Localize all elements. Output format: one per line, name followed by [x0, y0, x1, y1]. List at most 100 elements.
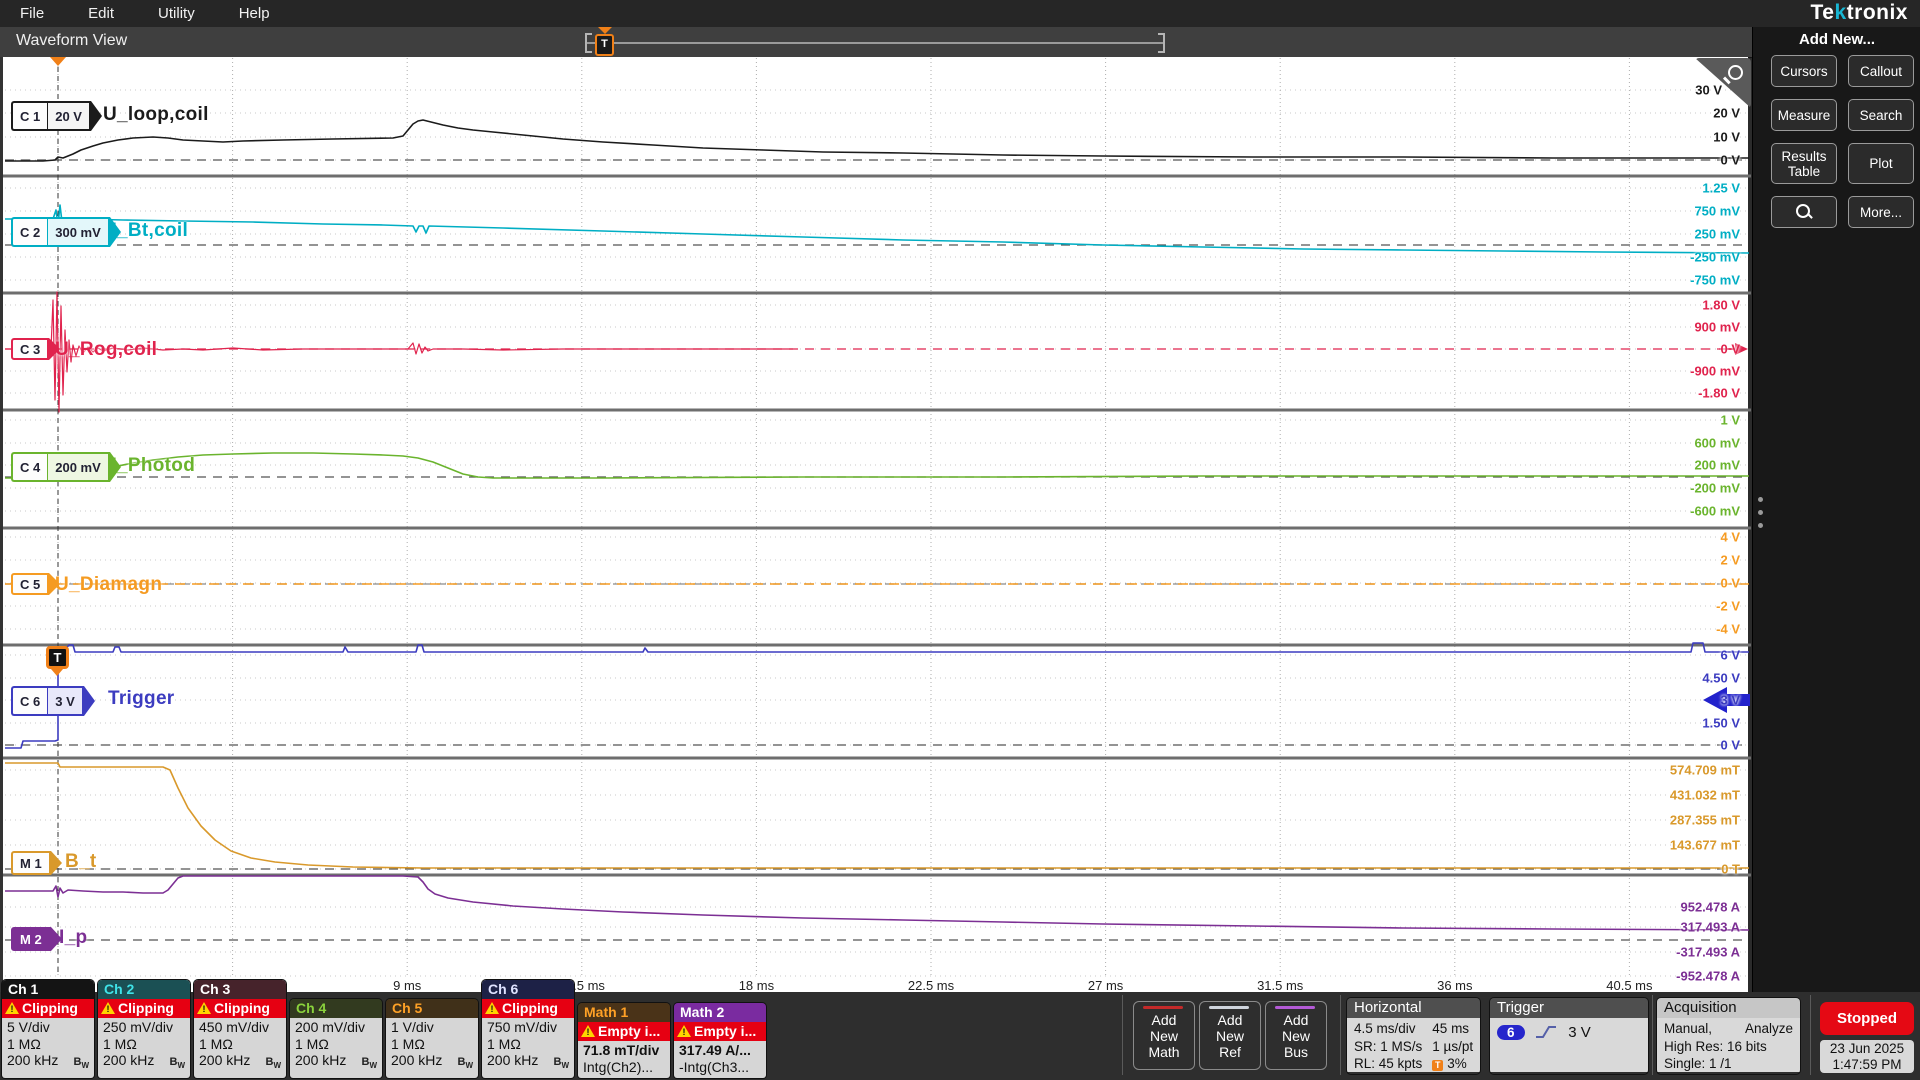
- badge-id: C 4: [11, 452, 47, 482]
- warning-icon: !: [5, 1002, 19, 1014]
- horizontal-panel[interactable]: Horizontal 4.5 ms/div SR: 1 MS/s RL: 45 …: [1347, 998, 1480, 1074]
- badge-row: 200 mV/div: [295, 1019, 377, 1036]
- warning-icon: !: [677, 1025, 691, 1037]
- bandwidth-icon: BW: [265, 1054, 281, 1075]
- trace-trigger: [5, 643, 1749, 748]
- channel-badge-c5[interactable]: C 5: [11, 573, 60, 595]
- sidebar-button-callout[interactable]: Callout: [1848, 55, 1914, 87]
- bottom-settings-bar: Ch 1!Clipping5 V/div1 MΩ200 kHzBWCh 2!Cl…: [0, 992, 1920, 1080]
- bottom-badge-ch5[interactable]: Ch 51 V/div1 MΩ200 kHzBW: [386, 999, 478, 1078]
- badge-arrow: [84, 686, 95, 716]
- bottom-badge-ch6[interactable]: Ch 6!Clipping750 mV/div1 MΩ200 kHzBW: [482, 980, 574, 1078]
- bandwidth-icon: BW: [169, 1054, 185, 1075]
- trigger-position-marker-icon[interactable]: [50, 57, 66, 66]
- warning-icon: !: [581, 1025, 595, 1037]
- time-axis-label: 9 ms: [393, 978, 421, 993]
- add-new-bus-button[interactable]: AddNewBus: [1265, 1001, 1327, 1070]
- bandwidth-icon: BW: [361, 1054, 377, 1075]
- badge-arrow: [51, 851, 62, 875]
- channel-badge-c4[interactable]: C 4200 mV: [11, 452, 121, 482]
- trace-u-photod: [5, 453, 1749, 478]
- channel-badge-c3[interactable]: C 3: [11, 338, 60, 360]
- tick-label: -750 mV: [1690, 273, 1740, 288]
- tick-label: 0 T: [1721, 862, 1740, 877]
- channel-label-b-t: B_t: [65, 851, 97, 873]
- badge-scale: 300 mV: [47, 217, 110, 247]
- channel-badge-m1[interactable]: M 1: [11, 851, 62, 875]
- stopped-button[interactable]: Stopped: [1820, 1002, 1914, 1035]
- badge-row: 200 kHzBW: [7, 1052, 89, 1075]
- tick-label: 431.032 mT: [1670, 788, 1740, 803]
- channel-badge-m2[interactable]: M 2: [11, 927, 62, 951]
- acquisition-highres: High Res: 16 bits: [1664, 1038, 1793, 1056]
- menu-file[interactable]: File: [20, 5, 44, 22]
- tick-label: 3 V: [1720, 693, 1740, 708]
- bottom-badge-math2[interactable]: Math 2!Empty i...317.49 A/...-Intg(Ch3..…: [674, 1003, 766, 1078]
- waveform-canvas: [3, 57, 1751, 992]
- magnifier-icon: [1728, 65, 1743, 80]
- record-view-bar[interactable]: T: [585, 33, 1165, 53]
- record-trigger-position-icon[interactable]: T: [595, 34, 614, 56]
- horizontal-col2: 45 ms 1 µs/pt T3%: [1432, 1020, 1473, 1070]
- trigger-t-arrow-icon: [51, 669, 63, 676]
- bottom-badge-ch3[interactable]: Ch 3!Clipping450 mV/div1 MΩ200 kHzBW: [194, 980, 286, 1078]
- warning-icon: !: [485, 1002, 499, 1014]
- trigger-source-marker[interactable]: T: [46, 646, 69, 676]
- sidebar-zoom-button[interactable]: [1771, 196, 1837, 228]
- badge-row: 1 MΩ: [103, 1036, 185, 1053]
- channel-label-u-rog-coil: U_Rog,coil: [55, 339, 157, 361]
- bandwidth-icon: BW: [553, 1054, 569, 1075]
- badge-id: C 3: [11, 338, 49, 360]
- channel-badge-c6[interactable]: C 63 V: [11, 686, 95, 716]
- sidebar-more-button[interactable]: More...: [1848, 196, 1914, 228]
- badge-header: Math 1: [578, 1003, 670, 1022]
- time-axis-label: 36 ms: [1437, 978, 1472, 993]
- badge-row: 750 mV/div: [487, 1019, 569, 1036]
- time-axis-label: 40.5 ms: [1606, 978, 1652, 993]
- badge-arrow: [49, 573, 60, 595]
- bottom-badge-math1[interactable]: Math 1!Empty i...71.8 mT/divIntg(Ch2)...: [578, 1003, 670, 1078]
- badge-row: 1 V/div: [391, 1019, 473, 1036]
- tick-label: -250 mV: [1690, 250, 1740, 265]
- time-axis-label: 18 ms: [739, 978, 774, 993]
- add-new-ref-button[interactable]: AddNewRef: [1199, 1001, 1261, 1070]
- badge-arrow: [51, 927, 62, 951]
- add-new-math-button[interactable]: AddNewMath: [1133, 1001, 1195, 1070]
- bottom-badge-ch4[interactable]: Ch 4200 mV/div1 MΩ200 kHzBW: [290, 999, 382, 1078]
- sidebar: Add New... Cursors Callout Measure Search Re…: [1752, 27, 1920, 992]
- sidebar-button-results-table[interactable]: Results Table: [1771, 143, 1837, 184]
- bottom-badge-ch2[interactable]: Ch 2!Clipping250 mV/div1 MΩ200 kHzBW: [98, 980, 190, 1078]
- acquisition-panel[interactable]: Acquisition Manual, Analyze High Res: 16…: [1657, 998, 1800, 1074]
- channel-badge-strip: Ch 1!Clipping5 V/div1 MΩ200 kHzBWCh 2!Cl…: [2, 992, 766, 1078]
- sidebar-button-search[interactable]: Search: [1848, 99, 1914, 131]
- waveform-plot[interactable]: 30 V20 V10 V0 VU_loop,coilC 120 V1.25 V7…: [0, 57, 1748, 992]
- badge-body: 250 mV/div1 MΩ200 kHzBW: [98, 1018, 190, 1078]
- menu-help[interactable]: Help: [239, 5, 270, 22]
- channel-badge-c1[interactable]: C 120 V: [11, 101, 102, 131]
- panel-drag-handle[interactable]: [1758, 497, 1766, 528]
- trigger-panel[interactable]: Trigger 6 3 V: [1490, 998, 1648, 1074]
- badge-header: Ch 1: [2, 980, 94, 999]
- sidebar-title: Add New...: [1753, 31, 1920, 48]
- bottom-badge-ch1[interactable]: Ch 1!Clipping5 V/div1 MΩ200 kHzBW: [2, 980, 94, 1078]
- tick-label: 0 V: [1720, 342, 1740, 357]
- record-view-left-bracket: [585, 33, 592, 53]
- menu-edit[interactable]: Edit: [88, 5, 114, 22]
- menu-utility[interactable]: Utility: [158, 5, 195, 22]
- record-view-line: [585, 42, 1165, 44]
- sidebar-button-plot[interactable]: Plot: [1848, 143, 1914, 184]
- tick-label: 900 mV: [1694, 320, 1740, 335]
- trace-b-t: [5, 763, 1749, 868]
- channel-badge-c2[interactable]: C 2300 mV: [11, 217, 121, 247]
- channel-label-u-diamagn: U_Diamagn: [55, 574, 162, 596]
- trigger-source-badge: 6: [1497, 1025, 1525, 1040]
- sidebar-button-measure[interactable]: Measure: [1771, 99, 1837, 131]
- tick-label: 143.677 mT: [1670, 838, 1740, 853]
- sidebar-button-cursors[interactable]: Cursors: [1771, 55, 1837, 87]
- tick-label: 0 V: [1720, 576, 1740, 591]
- badge-row: 250 mV/div: [103, 1019, 185, 1036]
- tick-label: 1.50 V: [1702, 716, 1740, 731]
- tab-waveform-view[interactable]: Waveform View: [16, 32, 127, 50]
- badge-header: Ch 4: [290, 999, 382, 1018]
- record-view-right-bracket: [1158, 33, 1165, 53]
